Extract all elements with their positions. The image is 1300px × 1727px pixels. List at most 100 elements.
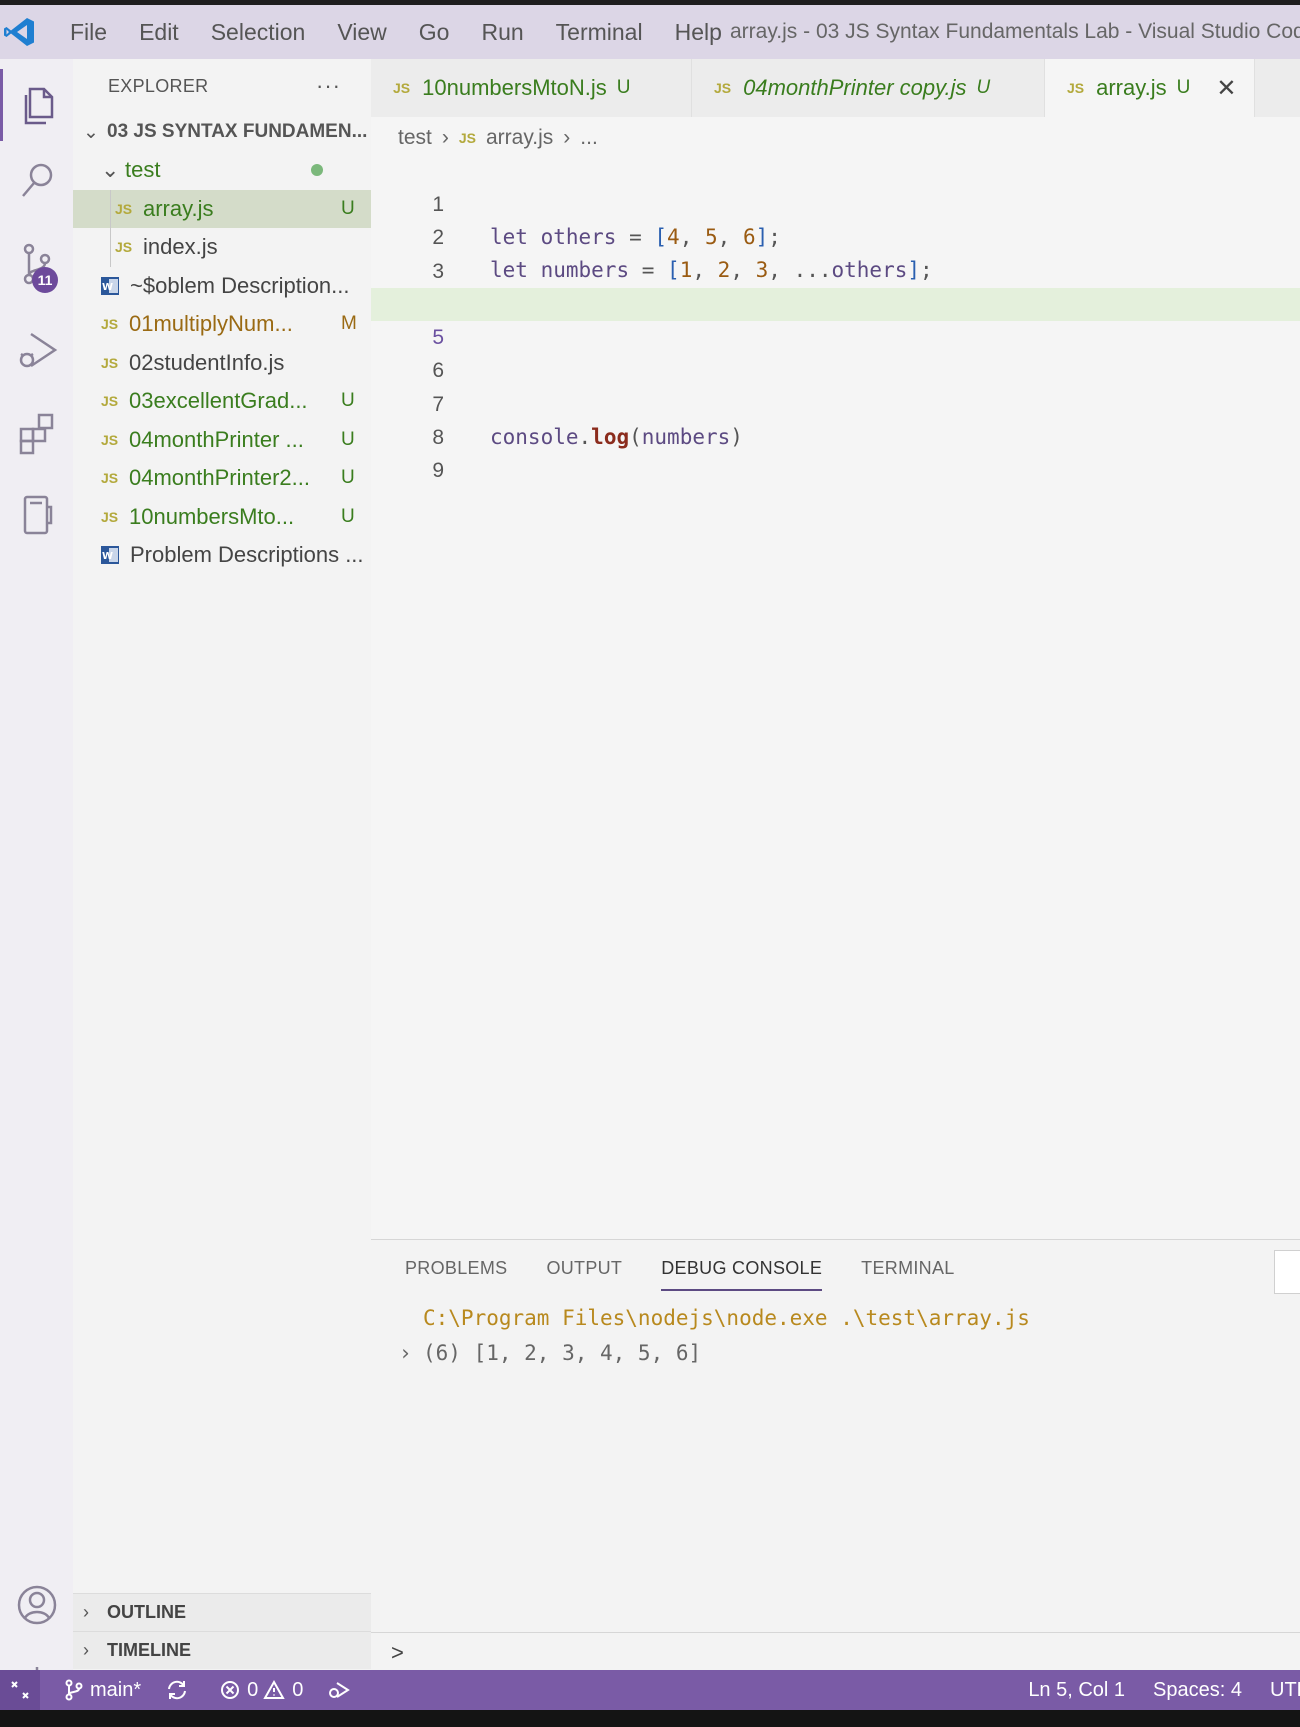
warning-count: 0 <box>292 1678 304 1701</box>
cursor-position[interactable]: Ln 5, Col 1 <box>1028 1679 1125 1702</box>
console-input[interactable]: > <box>371 1632 1300 1672</box>
tab-output[interactable]: OUTPUT <box>546 1258 622 1291</box>
modified-dot-icon <box>311 164 323 177</box>
tab-status: U <box>616 77 631 98</box>
debug-status-button[interactable] <box>327 1679 357 1701</box>
git-status: U <box>341 428 355 450</box>
code-editor[interactable]: 1 let others = [4, 5, 6]; 2 let numbers … <box>371 155 1300 482</box>
vscode-window: File Edit Selection View Go Run Terminal… <box>0 0 1300 1727</box>
file-04monthprinter2[interactable]: JS 04monthPrinter2... U <box>73 459 371 498</box>
file-01multiply[interactable]: JS 01multiplyNum... M <box>73 305 371 344</box>
menu-view[interactable]: View <box>321 5 402 59</box>
tab-array-js[interactable]: JS array.js U ✕ <box>1045 59 1255 117</box>
extensions-icon[interactable] <box>0 397 73 469</box>
explorer-icon[interactable] <box>0 69 73 141</box>
explorer-header: EXPLORER ··· <box>73 59 371 113</box>
code-line: 2 let numbers = [1, 2, 3, ...others]; <box>371 188 1300 282</box>
file-name: 04monthPrinter ... <box>129 426 304 452</box>
tab-10numbersmton[interactable]: JS 10numbersMtoN.js U <box>371 59 692 117</box>
tab-label: 10numbersMtoN.js <box>422 75 607 100</box>
file-array-js[interactable]: JS array.js U <box>73 189 371 228</box>
remote-explorer-icon[interactable] <box>0 479 73 551</box>
line-number: 9 <box>432 459 444 483</box>
breadcrumb-file[interactable]: array.js <box>486 126 553 150</box>
file-03excellentgrade[interactable]: JS 03excellentGrad... U <box>73 382 371 421</box>
js-file-icon: JS <box>101 508 119 525</box>
menu-bar: File Edit Selection View Go Run Terminal… <box>54 5 738 59</box>
file-name: array.js <box>143 195 214 221</box>
indent-guide <box>110 189 111 228</box>
js-file-icon: JS <box>101 470 119 487</box>
timeline-section[interactable]: › TIMELINE <box>73 1631 371 1669</box>
file-index-js[interactable]: JS index.js <box>73 228 371 267</box>
code-line: 6 <box>371 321 1300 382</box>
file-04monthprinter-copy[interactable]: JS 04monthPrinter ... U <box>73 421 371 460</box>
tab-debug-console[interactable]: DEBUG CONSOLE <box>661 1258 823 1291</box>
root-folder-label: 03 JS SYNTAX FUNDAMEN... <box>107 121 368 142</box>
code-line: 8 <box>371 388 1300 449</box>
file-name: Problem Descriptions ... <box>130 542 364 568</box>
folder-test-label: test <box>125 157 161 183</box>
outline-section[interactable]: › OUTLINE <box>73 1593 371 1631</box>
filter-input[interactable] <box>1274 1250 1300 1294</box>
tab-04monthprinter-copy[interactable]: JS 04monthPrinter copy.js U <box>692 59 1045 117</box>
menu-edit[interactable]: Edit <box>123 5 195 59</box>
menu-file[interactable]: File <box>54 5 123 59</box>
code-line: 1 let others = [4, 5, 6]; <box>371 155 1300 249</box>
menu-run[interactable]: Run <box>465 5 539 59</box>
branch-indicator[interactable]: main* <box>64 1679 141 1702</box>
code-line-current: 5 <box>371 288 1300 349</box>
indentation[interactable]: Spaces: 4 <box>1153 1679 1242 1702</box>
file-name: 03excellentGrad... <box>129 388 308 414</box>
js-file-icon: JS <box>101 316 119 333</box>
file-name: 02studentInfo.js <box>129 349 285 375</box>
breadcrumb-symbol[interactable]: ... <box>580 126 598 150</box>
menu-selection[interactable]: Selection <box>195 5 322 59</box>
accounts-icon[interactable] <box>0 1569 73 1641</box>
file-name: index.js <box>143 234 218 260</box>
git-branch-icon <box>65 1679 83 1701</box>
tab-problems[interactable]: PROBLEMS <box>405 1258 507 1291</box>
editor-area: JS 10numbersMtoN.js U JS 04monthPrinter … <box>371 59 1300 1239</box>
file-problem-descriptions[interactable]: W Problem Descriptions ... <box>73 536 371 575</box>
file-02studentinfo[interactable]: JS 02studentInfo.js <box>73 344 371 383</box>
status-right: Ln 5, Col 1 Spaces: 4 UTF <box>1000 1670 1300 1710</box>
indent-guide <box>110 228 111 267</box>
problems-indicator[interactable]: 0 0 <box>219 1679 303 1702</box>
console-output[interactable]: (6) [1, 2, 3, 4, 5, 6] <box>423 1341 701 1365</box>
chevron-right-icon: › <box>83 1602 89 1622</box>
menu-terminal[interactable]: Terminal <box>540 5 659 59</box>
menu-help[interactable]: Help <box>659 5 738 59</box>
sync-button[interactable] <box>165 1679 195 1701</box>
file-10numbersmton[interactable]: JS 10numbersMto... U <box>73 498 371 537</box>
error-count: 0 <box>247 1678 259 1701</box>
git-status: M <box>341 313 357 335</box>
search-icon[interactable] <box>0 145 73 217</box>
code-line: 9 <box>371 421 1300 482</box>
word-document-icon: W <box>101 546 119 565</box>
bottom-panel: PROBLEMS OUTPUT DEBUG CONSOLE TERMINAL C… <box>371 1239 1300 1672</box>
close-icon[interactable]: ✕ <box>1216 74 1236 103</box>
js-file-icon: JS <box>393 80 411 96</box>
run-debug-icon[interactable] <box>0 314 73 386</box>
timeline-label: TIMELINE <box>107 1640 191 1660</box>
breadcrumb-folder[interactable]: test <box>398 126 432 150</box>
js-file-icon: JS <box>101 393 119 410</box>
tab-terminal[interactable]: TERMINAL <box>861 1258 954 1291</box>
menu-go[interactable]: Go <box>403 5 466 59</box>
chevron-right-icon[interactable]: › <box>399 1341 412 1365</box>
chevron-down-icon: ⌄ <box>101 157 120 183</box>
encoding[interactable]: UTF <box>1270 1679 1300 1702</box>
root-folder[interactable]: ⌄ 03 JS SYNTAX FUNDAMEN... <box>73 113 371 151</box>
js-file-icon: JS <box>714 80 732 96</box>
vscode-logo-icon <box>0 12 40 52</box>
remote-indicator-icon[interactable] <box>0 1670 40 1710</box>
tab-status: U <box>976 77 991 98</box>
title-bar: File Edit Selection View Go Run Terminal… <box>0 0 1300 59</box>
source-control-icon[interactable]: 11 <box>0 229 73 301</box>
file-word-temp[interactable]: W ~$oblem Description... <box>73 267 371 306</box>
folder-test[interactable]: ⌄ test <box>73 151 371 190</box>
error-icon <box>221 1681 240 1699</box>
more-actions-icon[interactable]: ··· <box>316 73 341 99</box>
chevron-right-icon: › <box>83 1640 89 1660</box>
